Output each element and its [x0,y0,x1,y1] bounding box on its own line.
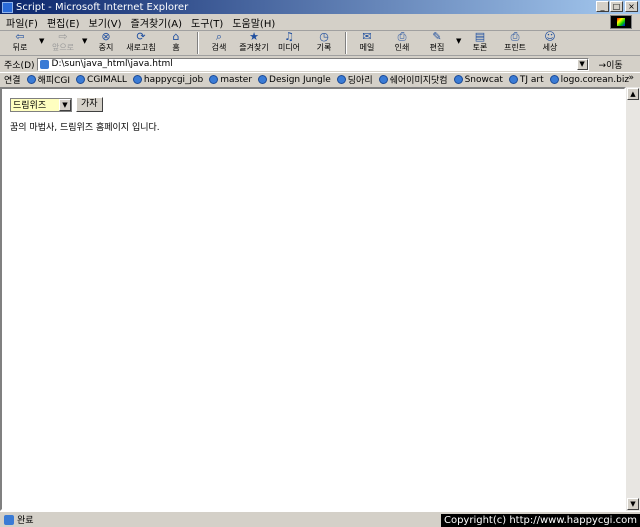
status-text: 완료 [17,516,34,526]
forward-dropdown-icon[interactable]: ▼ [82,37,90,45]
edit-icon: ✎ [432,30,442,43]
ie-icon [2,1,13,13]
media-button[interactable]: ♫ 미디어 [273,31,305,53]
link-item[interactable]: 딩아리 [336,73,373,86]
mail-button[interactable]: ✉ 메일 [351,31,383,53]
menu-edit[interactable]: 편집(E) [47,15,80,30]
links-more-button[interactable]: » [628,73,634,83]
discuss-icon: ▤ [474,30,486,43]
link-item[interactable]: 해피CGI [26,73,70,86]
scroll-down-icon[interactable]: ▼ [627,498,639,510]
history-button[interactable]: ◷ 기록 [308,31,340,53]
history-icon: ◷ [319,30,329,43]
copyright-banner: Copyright(c) http://www.happycgi.com [440,514,640,527]
toolbar: ⇦ 뒤로 ▼ ⇨ 앞으로 ▼ ⊗ 중지 ⟳ 새로고침 ⌂ 홈 ⌕ 검색 ★ 즐겨… [0,31,640,56]
link-icon [209,75,219,84]
minimize-button[interactable]: _ [596,1,609,12]
link-icon [378,75,388,84]
go-site-button[interactable]: 가자 [76,97,103,112]
link-item[interactable]: logo.corean.biz [549,75,629,85]
menu-file[interactable]: 파일(F) [6,15,38,30]
link-item[interactable]: TJ art [508,75,544,85]
refresh-icon: ⟳ [136,30,146,43]
vertical-scrollbar[interactable]: ▲ ▼ [626,87,640,511]
address-input[interactable]: D:\sun\java_html\java.html ▼ [36,57,589,71]
forward-arrow-icon: ⇨ [58,30,68,43]
forward-button[interactable]: ⇨ 앞으로 [47,31,79,53]
toolbar-separator [345,32,347,54]
link-item[interactable]: Design Jungle [258,75,331,85]
page-content: 드림위즈 ▼ 가자 꿈의 마법사, 드림위즈 홈페이지 입니다. [0,87,626,511]
menu-bar: 파일(F) 편집(E) 보기(V) 즐겨찾기(A) 도구(T) 도움말(H) [0,14,640,31]
menu-favorites[interactable]: 즐겨찾기(A) [131,15,182,30]
maximize-button[interactable]: □ [610,1,623,12]
back-dropdown-icon[interactable]: ▼ [39,37,47,45]
messenger-button[interactable]: ☺ 세상 [534,31,566,53]
site-select[interactable]: 드림위즈 ▼ [10,97,72,112]
link-icon [258,75,268,84]
link-item[interactable]: CGIMALL [76,75,127,85]
home-icon: ⌂ [172,30,180,43]
link-icon [453,75,463,84]
edit-dropdown-icon[interactable]: ▼ [456,37,464,45]
links-bar: 연결 해피CGI CGIMALL happycgi_job master Des… [0,72,640,86]
address-value: D:\sun\java_html\java.html [51,59,173,69]
printer-icon: ⎙ [397,30,407,43]
go-button[interactable]: →이동 [599,58,623,71]
window-title: Script - Microsoft Internet Explorer [16,1,189,13]
address-bar: 주소(D) D:\sun\java_html\java.html ▼ →이동 [0,57,640,71]
edit-button[interactable]: ✎ 편집 [421,31,453,53]
link-icon [336,75,346,84]
print2-button[interactable]: ⎙ 프린트 [499,31,531,53]
windows-logo-icon [610,15,632,29]
links-label: 연결 [4,76,21,86]
link-icon [508,75,518,84]
toolbar-separator [197,32,199,54]
favorites-icon: ★ [249,30,259,43]
link-icon [76,75,86,84]
menu-tools[interactable]: 도구(T) [191,15,223,30]
print-button[interactable]: ⎙ 인쇄 [386,31,418,53]
back-button[interactable]: ⇦ 뒤로 [4,31,36,53]
messenger-icon: ☺ [544,30,556,43]
search-button[interactable]: ⌕ 검색 [203,31,235,53]
site-select-value: 드림위즈 [13,101,47,111]
link-item[interactable]: happycgi_job [132,75,203,85]
back-arrow-icon: ⇦ [15,30,25,43]
page-message: 꿈의 마법사, 드림위즈 홈페이지 입니다. [10,123,160,133]
title-bar: Script - Microsoft Internet Explorer _ □… [0,0,640,14]
discuss-button[interactable]: ▤ 토론 [464,31,496,53]
print2-icon: ⎙ [510,30,520,43]
link-icon [549,75,559,84]
link-item[interactable]: master [209,75,252,85]
link-icon [26,75,36,84]
address-label: 주소(D) [4,60,35,71]
address-dropdown-icon[interactable]: ▼ [576,58,588,70]
mail-icon: ✉ [362,30,372,43]
menu-view[interactable]: 보기(V) [89,15,122,30]
home-button[interactable]: ⌂ 홈 [160,31,192,53]
chevron-down-icon[interactable]: ▼ [59,98,71,111]
site-form: 드림위즈 ▼ 가자 [10,97,103,112]
search-icon: ⌕ [215,30,223,43]
close-button[interactable]: × [625,1,638,12]
scroll-up-icon[interactable]: ▲ [627,88,639,100]
status-bar: 완료 Copyright(c) http://www.happycgi.com [0,511,640,527]
refresh-button[interactable]: ⟳ 새로고침 [125,31,157,53]
media-icon: ♫ [284,30,294,43]
link-item[interactable]: Snowcat [453,75,503,85]
link-item[interactable]: 쉐어이미지닷컴 [378,73,448,86]
page-icon [39,59,49,69]
status-page-icon [4,514,14,525]
window-controls: _ □ × [595,1,638,12]
menu-help[interactable]: 도움말(H) [232,15,275,30]
favorites-button[interactable]: ★ 즐겨찾기 [238,31,270,53]
link-icon [132,75,142,84]
stop-icon: ⊗ [101,30,111,43]
stop-button[interactable]: ⊗ 중지 [90,31,122,53]
